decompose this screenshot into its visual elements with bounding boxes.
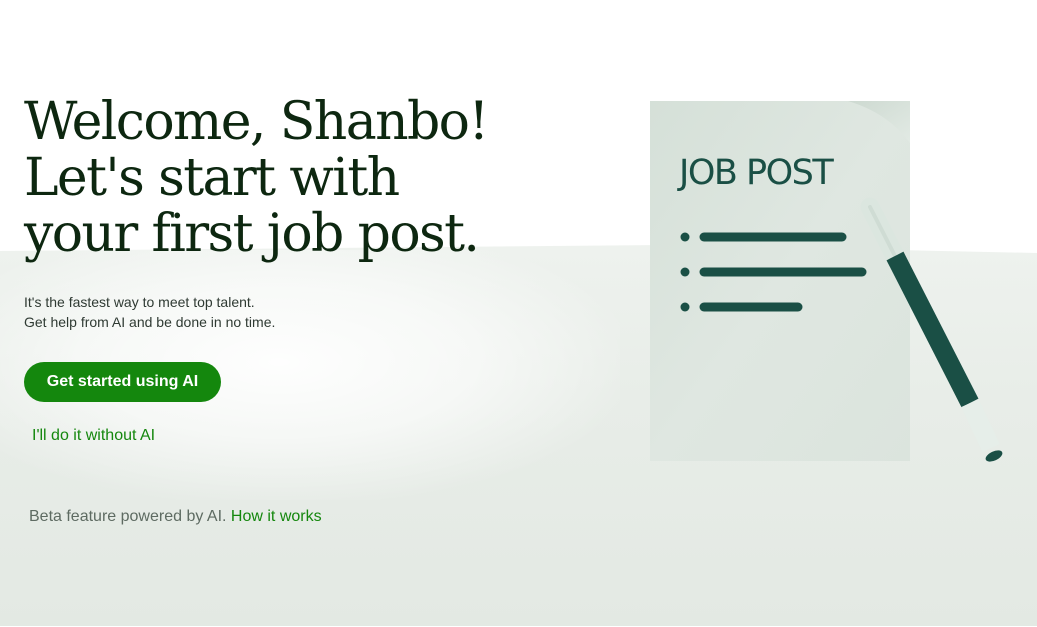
- marker-tip: [985, 450, 1003, 462]
- bullet-3: [680, 302, 690, 312]
- subtext-line-1: It's the fastest way to meet top talent.: [24, 294, 255, 310]
- headline-line-1: Welcome, Shanbo!: [24, 92, 489, 152]
- headline-line-2: Let's start with: [24, 148, 400, 208]
- welcome-subtext: It's the fastest way to meet top talent.…: [24, 292, 604, 332]
- beta-notice: Beta feature powered by AI. How it works: [29, 508, 322, 526]
- how-it-works-link[interactable]: How it works: [231, 508, 322, 525]
- get-started-ai-button[interactable]: Get started using AI: [24, 362, 221, 402]
- job-post-welcome-page: Welcome, Shanbo! Let's start with your f…: [0, 0, 1037, 627]
- welcome-content: Welcome, Shanbo! Let's start with your f…: [24, 94, 604, 445]
- without-ai-link[interactable]: I'll do it without AI: [32, 427, 604, 445]
- bullet-2: [680, 267, 690, 277]
- job-post-illustration-svg: JOB POST: [650, 101, 1003, 462]
- job-post-document-icon: JOB POST: [648, 98, 1018, 468]
- subtext-line-2: Get help from AI and be done in no time.: [24, 314, 276, 330]
- headline-line-3: your first job post.: [24, 204, 480, 264]
- beta-text: Beta feature powered by AI.: [29, 508, 227, 525]
- bullet-1: [680, 232, 690, 242]
- doc-title: JOB POST: [677, 153, 834, 193]
- welcome-headline: Welcome, Shanbo! Let's start with your f…: [24, 94, 604, 262]
- marker-grip: [961, 398, 1000, 453]
